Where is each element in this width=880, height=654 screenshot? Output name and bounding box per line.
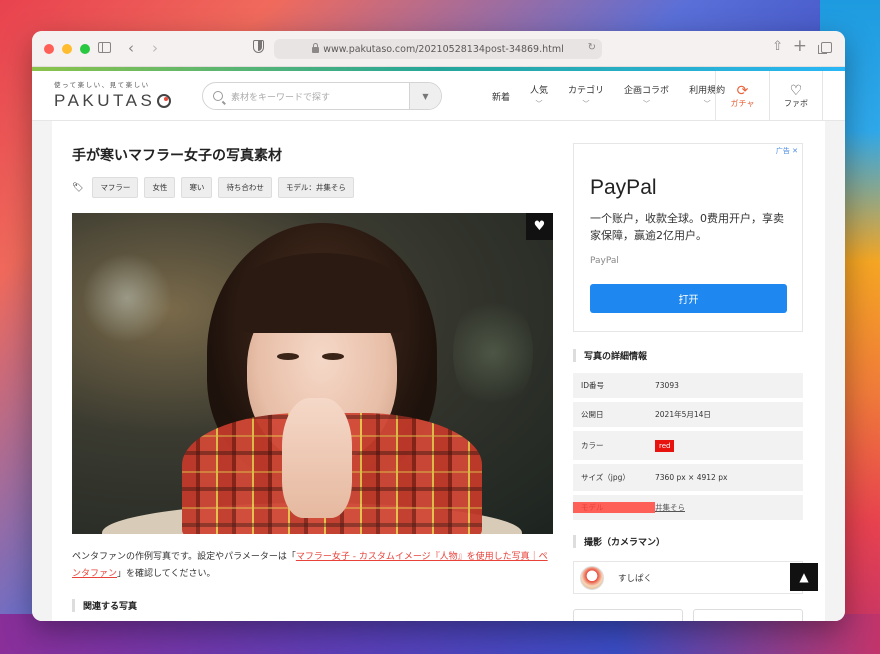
browser-window: ‹ › www.pakutaso.com/20210528134post-348… bbox=[32, 31, 845, 621]
cameraman-name: すしぱく bbox=[618, 573, 653, 584]
tag-item[interactable]: 寒い bbox=[181, 177, 213, 198]
related-photos-heading: 関連する写真 bbox=[72, 599, 137, 612]
heart-icon: ♥ bbox=[533, 219, 546, 234]
color-chip[interactable]: red bbox=[655, 440, 675, 452]
zoom-window-button[interactable] bbox=[80, 43, 90, 54]
photo-description: ペンタファンの作例写真です。設定やパラメーターは「マフラー女子 - カスタムイメ… bbox=[72, 552, 548, 579]
search-box[interactable]: 素材をキーワードで探す ▼ bbox=[202, 82, 442, 110]
bottom-buttons bbox=[573, 609, 803, 621]
chevron-down-icon: ﹀ bbox=[535, 100, 543, 108]
privacy-shield-icon[interactable] bbox=[253, 40, 264, 53]
search-icon bbox=[213, 91, 223, 101]
logo-tagline: 使って楽しい、見て楽しい bbox=[54, 81, 150, 89]
page-title: 手が寒いマフラー女子の写真素材 bbox=[72, 148, 282, 164]
logo-o-icon bbox=[157, 94, 172, 108]
tag-list: 🏷 マフラー 女性 寒い 待ち合わせ モデル：井集そら bbox=[72, 177, 354, 198]
chevron-down-icon: ﹀ bbox=[703, 100, 711, 108]
cameraman-card[interactable]: すしぱく › bbox=[573, 561, 803, 594]
tag-icon: 🏷 bbox=[72, 182, 84, 193]
photo-eye bbox=[322, 353, 344, 360]
ad-cta-button[interactable]: 打开 bbox=[590, 284, 787, 313]
close-icon: ✕ bbox=[792, 147, 798, 155]
tag-item[interactable]: マフラー bbox=[92, 177, 139, 198]
favorite-photo-button[interactable]: ♥ bbox=[526, 213, 553, 240]
favorites-button[interactable]: ♡ ファボ bbox=[769, 71, 823, 121]
table-row: サイズ（jpg） 7360 px × 4912 px bbox=[573, 464, 803, 491]
lock-icon bbox=[312, 43, 320, 53]
chevron-down-icon: ﹀ bbox=[643, 100, 651, 108]
close-window-button[interactable] bbox=[44, 43, 54, 54]
chevron-down-icon: ﹀ bbox=[582, 100, 590, 108]
minimize-window-button[interactable] bbox=[62, 43, 72, 54]
bottom-button-right[interactable] bbox=[693, 609, 803, 621]
table-row: カラー red bbox=[573, 431, 803, 460]
forward-arrow-icon[interactable]: › bbox=[152, 39, 158, 57]
back-arrow-icon[interactable]: ‹ bbox=[128, 39, 134, 57]
window-controls bbox=[44, 43, 90, 54]
table-row: 公開日 2021年5月14日 bbox=[573, 402, 803, 427]
scroll-to-top-button[interactable]: ▲ bbox=[790, 563, 818, 591]
logo-wordmark: PAKUTAS bbox=[54, 91, 172, 111]
ad-title: PayPal bbox=[590, 176, 657, 199]
reload-icon[interactable]: ↻ bbox=[588, 42, 596, 53]
advertisement[interactable]: 广告 ✕ PayPal 一个账户，收款全球。0费用开户，享卖家保障，赢逾2亿用户… bbox=[573, 143, 803, 332]
global-nav: 新着 人気 ﹀ カテゴリ ﹀ 企画コラボ ﹀ 利用規約 ﹀ bbox=[482, 71, 735, 121]
details-table: ID番号 73093 公開日 2021年5月14日 カラー red サイズ（jpg） 7… bbox=[573, 373, 803, 524]
share-icon[interactable]: ⇧ bbox=[772, 39, 783, 54]
photo-hands bbox=[282, 398, 352, 518]
tag-item[interactable]: 待ち合わせ bbox=[218, 177, 272, 198]
search-dropdown-button[interactable]: ▼ bbox=[409, 83, 441, 109]
table-row: ID番号 73093 bbox=[573, 373, 803, 398]
table-row: モデル 井集そら bbox=[573, 495, 803, 520]
model-link[interactable]: 井集そら bbox=[655, 502, 803, 513]
browser-toolbar: ‹ › www.pakutaso.com/20210528134post-348… bbox=[32, 31, 845, 67]
tag-item[interactable]: モデル：井集そら bbox=[277, 177, 354, 198]
avatar bbox=[580, 565, 604, 590]
main-content: 手が寒いマフラー女子の写真素材 🏷 マフラー 女性 寒い 待ち合わせ モデル：井… bbox=[52, 121, 825, 621]
site-logo[interactable]: 使って楽しい、見て楽しい PAKUTAS bbox=[54, 79, 172, 111]
ad-brand: PayPal bbox=[590, 256, 619, 266]
nav-item-category[interactable]: カテゴリ ﹀ bbox=[558, 71, 614, 121]
address-bar[interactable]: www.pakutaso.com/20210528134post-34869.h… bbox=[274, 39, 602, 59]
details-heading: 写真の詳細情報 bbox=[573, 349, 647, 362]
nav-item-collab[interactable]: 企画コラボ ﹀ bbox=[614, 71, 679, 121]
sidebar-toggle-icon[interactable] bbox=[98, 42, 111, 53]
nav-item-popular[interactable]: 人気 ﹀ bbox=[520, 71, 558, 121]
arrow-up-icon: ▲ bbox=[799, 570, 809, 584]
photo-bangs bbox=[237, 253, 407, 333]
tab-overview-icon[interactable] bbox=[818, 42, 832, 54]
ad-badge[interactable]: 广告 ✕ bbox=[776, 146, 798, 156]
photo-bokeh bbox=[453, 293, 533, 413]
shuffle-icon: ⟳ bbox=[736, 82, 749, 99]
nav-item-new[interactable]: 新着 bbox=[482, 71, 520, 121]
gacha-button[interactable]: ⟳ ガチャ bbox=[715, 71, 769, 121]
bottom-button-left[interactable] bbox=[573, 609, 683, 621]
photo-eye bbox=[277, 353, 299, 360]
heart-icon: ♡ bbox=[789, 82, 803, 99]
search-input[interactable]: 素材をキーワードで探す bbox=[231, 90, 409, 103]
ad-text: 一个账户，收款全球。0费用开户，享卖家保障，赢逾2亿用户。 bbox=[590, 212, 784, 242]
site-header: 使って楽しい、見て楽しい PAKUTAS 素材をキーワードで探す ▼ 新着 人気… bbox=[32, 71, 845, 121]
cameraman-heading: 撮影（カメラマン） bbox=[573, 535, 665, 548]
main-photo[interactable]: ♥ bbox=[72, 213, 553, 534]
photo-bokeh bbox=[82, 253, 172, 343]
new-tab-icon[interactable]: + bbox=[793, 36, 807, 56]
url-text: www.pakutaso.com/20210528134post-34869.h… bbox=[323, 43, 564, 55]
tag-item[interactable]: 女性 bbox=[144, 177, 176, 198]
